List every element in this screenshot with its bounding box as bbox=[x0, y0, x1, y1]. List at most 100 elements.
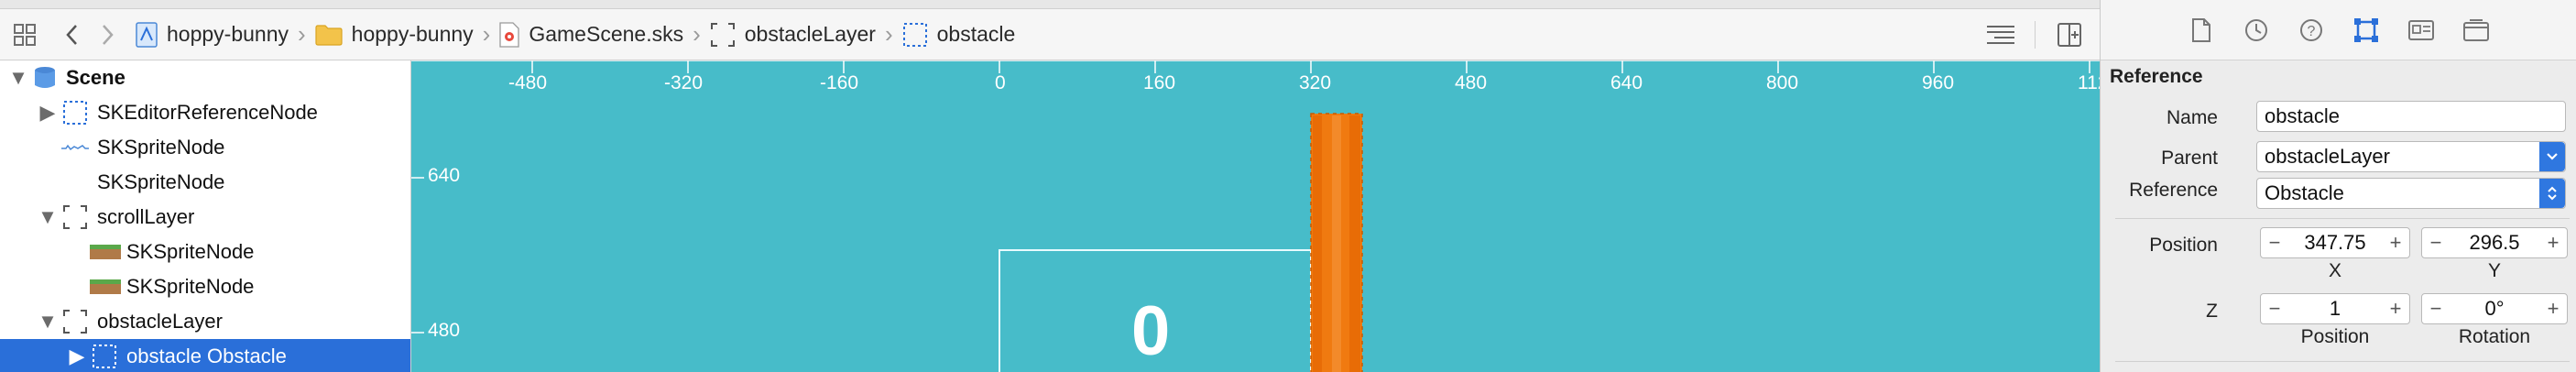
breadcrumb-separator: › bbox=[298, 20, 306, 48]
ruler-x-label: 800 bbox=[1766, 72, 1799, 93]
outline-node-sprite[interactable]: SKSpriteNode bbox=[0, 130, 410, 165]
xcode-project-icon bbox=[136, 21, 158, 48]
breadcrumb-item-node[interactable]: obstacle bbox=[902, 16, 1016, 53]
outline-node-scene[interactable]: ▼ Scene bbox=[0, 60, 410, 95]
decrement-button[interactable]: − bbox=[2424, 294, 2448, 323]
outline-node-sprite[interactable]: SKSpriteNode bbox=[0, 269, 410, 304]
outline-node-obstacle-layer[interactable]: ▼ obstacleLayer bbox=[0, 304, 410, 339]
attributes-inspector-icon[interactable] bbox=[2351, 15, 2382, 46]
ruler-x-label: 480 bbox=[1455, 72, 1488, 93]
ruler-x-label: 640 bbox=[1610, 72, 1643, 93]
z-label: Z bbox=[2206, 301, 2218, 322]
z-position-value[interactable]: 1 bbox=[2287, 297, 2384, 321]
up-down-chevron-icon bbox=[2539, 179, 2565, 208]
window-top-edge bbox=[0, 0, 2100, 9]
position-x-value[interactable]: 347.75 bbox=[2287, 231, 2384, 255]
outline-node-reference[interactable]: ▶ SKEditorReferenceNode bbox=[0, 95, 410, 130]
parent-popup[interactable]: obstacleLayer bbox=[2256, 141, 2566, 172]
toolbar-divider bbox=[2035, 21, 2036, 49]
add-editor-icon[interactable] bbox=[2052, 16, 2087, 53]
outline-node-scroll-layer[interactable]: ▼ scrollLayer bbox=[0, 200, 410, 235]
scene-editor-canvas[interactable]: -480 -320 -160 0 160 320 480 640 800 960… bbox=[411, 60, 2100, 372]
outline-node-sprite[interactable]: SKSpriteNode bbox=[0, 235, 410, 269]
ruler-x-label: 320 bbox=[1299, 72, 1332, 93]
increment-button[interactable]: + bbox=[2541, 228, 2565, 257]
forward-chevron-icon[interactable] bbox=[90, 16, 125, 53]
breadcrumb-label: hoppy-bunny bbox=[167, 22, 289, 46]
history-icon[interactable] bbox=[2241, 15, 2272, 46]
sprite-thumbnail-icon bbox=[60, 143, 90, 152]
rotation-value[interactable]: 0° bbox=[2448, 297, 2541, 321]
attributes-inspector: ? Reference Name obstacle Parent obstacl… bbox=[2100, 0, 2576, 372]
scene-editor-drawing bbox=[411, 60, 2100, 372]
breadcrumb-separator: › bbox=[482, 20, 491, 48]
breadcrumb-label: obstacle bbox=[936, 22, 1016, 46]
back-chevron-icon[interactable] bbox=[55, 16, 90, 53]
score-label[interactable]: 0 bbox=[1131, 291, 1170, 371]
outline-node-label: SKSpriteNode bbox=[97, 136, 225, 159]
z-rotation-row: Z − 1 + − 0° + bbox=[2101, 293, 2576, 326]
disclosure-collapsed-icon[interactable]: ▶ bbox=[70, 345, 85, 367]
position-row: Position − 347.75 + − 296.5 + bbox=[2101, 227, 2576, 260]
increment-button[interactable]: + bbox=[2384, 228, 2407, 257]
position-x-stepper[interactable]: − 347.75 + bbox=[2260, 227, 2410, 258]
related-items-grid-icon[interactable] bbox=[7, 16, 42, 53]
section-divider bbox=[2115, 218, 2570, 219]
breadcrumb-item-scene-file[interactable]: GameScene.sks bbox=[499, 16, 683, 53]
ruler-x-label: 0 bbox=[995, 72, 1006, 93]
jump-bar: hoppy-bunny › hoppy-bunny › GameScene.sk… bbox=[0, 9, 2100, 60]
ruler-x-label: -480 bbox=[508, 72, 548, 93]
file-inspector-icon[interactable] bbox=[2186, 15, 2217, 46]
outline-node-sprite[interactable]: SKSpriteNode bbox=[0, 165, 410, 200]
disclosure-expanded-icon[interactable]: ▼ bbox=[38, 310, 58, 333]
disclosure-expanded-icon[interactable]: ▼ bbox=[38, 205, 58, 228]
decrement-button[interactable]: − bbox=[2263, 228, 2287, 257]
help-icon[interactable]: ? bbox=[2296, 15, 2327, 46]
breadcrumb-separator: › bbox=[884, 20, 893, 48]
breadcrumb-separator: › bbox=[693, 20, 701, 48]
breadcrumb-item-layer[interactable]: obstacleLayer bbox=[710, 16, 876, 53]
decrement-button[interactable]: − bbox=[2424, 228, 2448, 257]
inspector-tab-bar: ? bbox=[2101, 0, 2576, 60]
parent-popup-value: obstacleLayer bbox=[2265, 145, 2390, 168]
library-icon[interactable] bbox=[2461, 15, 2492, 46]
disclosure-expanded-icon[interactable]: ▼ bbox=[8, 66, 28, 89]
reference-node-icon bbox=[92, 344, 117, 369]
outline-node-label: SKSpriteNode bbox=[126, 275, 255, 298]
position-y-stepper[interactable]: − 296.5 + bbox=[2421, 227, 2568, 258]
layer-node-icon bbox=[710, 22, 736, 48]
name-field[interactable]: obstacle bbox=[2256, 101, 2566, 132]
rotation-stepper[interactable]: − 0° + bbox=[2421, 293, 2568, 324]
ruler-y-label: 480 bbox=[428, 320, 461, 341]
breadcrumb-item-project[interactable]: hoppy-bunny bbox=[136, 16, 289, 53]
minimap-lines-icon[interactable] bbox=[1983, 16, 2018, 53]
reference-label: Reference bbox=[2129, 180, 2218, 201]
identity-inspector-icon[interactable] bbox=[2406, 15, 2437, 46]
x-sublabel: X bbox=[2328, 260, 2341, 281]
parent-label: Parent bbox=[2161, 148, 2218, 169]
outline-node-label: Scene bbox=[66, 66, 126, 89]
decrement-button[interactable]: − bbox=[2263, 294, 2287, 323]
folder-icon bbox=[315, 24, 343, 46]
outline-node-label: obstacle Obstacle bbox=[126, 345, 287, 367]
position-y-value[interactable]: 296.5 bbox=[2448, 231, 2541, 255]
layer-node-icon bbox=[62, 309, 88, 334]
ruler-x-label: 160 bbox=[1143, 72, 1176, 93]
reference-popup[interactable]: Obstacle bbox=[2256, 178, 2566, 209]
ruler-y-label: 640 bbox=[428, 165, 461, 186]
rotation-sublabel: Rotation bbox=[2458, 326, 2531, 347]
increment-button[interactable]: + bbox=[2384, 294, 2407, 323]
reference-popup-value: Obstacle bbox=[2265, 181, 2344, 204]
name-label: Name bbox=[2166, 107, 2218, 128]
breadcrumb-label: GameScene.sks bbox=[529, 22, 684, 46]
ruler-x-label: 960 bbox=[1922, 72, 1955, 93]
outline-node-obstacle[interactable]: ▶ obstacle Obstacle bbox=[0, 339, 410, 372]
increment-button[interactable]: + bbox=[2541, 294, 2565, 323]
y-sublabel: Y bbox=[2487, 260, 2501, 281]
position-label: Position bbox=[2149, 235, 2218, 256]
disclosure-collapsed-icon[interactable]: ▶ bbox=[40, 101, 56, 124]
breadcrumb-item-folder[interactable]: hoppy-bunny bbox=[315, 16, 474, 53]
z-position-stepper[interactable]: − 1 + bbox=[2260, 293, 2410, 324]
obstacle-sprite bbox=[1310, 113, 1363, 372]
sks-file-icon bbox=[499, 21, 519, 48]
